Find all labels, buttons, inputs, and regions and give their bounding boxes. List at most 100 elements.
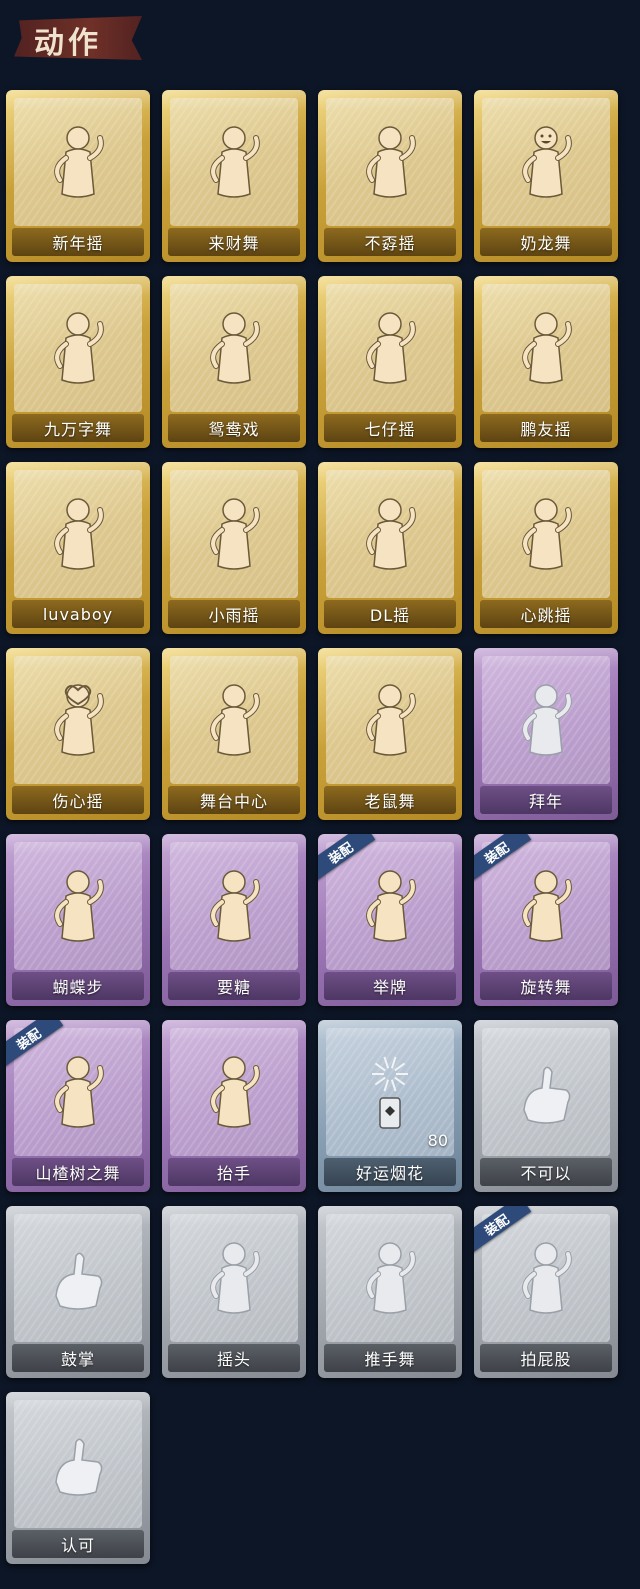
action-label: 新年摇 <box>12 228 144 256</box>
action-card[interactable]: 不孬摇 <box>318 90 462 262</box>
finger-wag-icon <box>523 1066 571 1124</box>
card-scroll-ornament <box>474 276 618 296</box>
action-card[interactable]: 奶龙舞 <box>474 90 618 262</box>
dancing-figure-icon <box>210 126 260 198</box>
header: 动作 <box>0 0 640 80</box>
dancing-figure-icon <box>210 312 260 384</box>
action-label: 鼓掌 <box>12 1344 144 1372</box>
card-scroll-ornament <box>474 462 618 482</box>
action-card[interactable]: 推手舞 <box>318 1206 462 1378</box>
action-label: 抬手 <box>168 1158 300 1186</box>
dancing-figure-icon <box>366 126 416 198</box>
action-label: luvaboy <box>12 600 144 628</box>
card-scroll-ornament <box>162 462 306 482</box>
action-card[interactable]: 鹏友摇 <box>474 276 618 448</box>
card-scroll-ornament <box>162 834 306 854</box>
card-scroll-ornament <box>162 90 306 110</box>
heart-figure-icon <box>54 684 104 756</box>
spinning-figure-icon <box>522 870 572 942</box>
action-label: DL摇 <box>324 600 456 628</box>
action-label: 认可 <box>12 1530 144 1558</box>
action-card[interactable]: 旋转舞 装配 <box>474 834 618 1006</box>
card-scroll-ornament <box>318 462 462 482</box>
card-scroll-ornament <box>162 1206 306 1226</box>
card-scroll-ornament <box>474 1020 618 1040</box>
card-scroll-ornament <box>6 1206 150 1226</box>
clapping-hands-icon <box>55 1252 103 1310</box>
dancing-figure-icon <box>522 498 572 570</box>
action-label: 舞台中心 <box>168 786 300 814</box>
figure-icon <box>210 1242 260 1314</box>
smiley-figure-icon <box>522 126 572 198</box>
action-label: 小雨摇 <box>168 600 300 628</box>
page-title: 动作 <box>34 26 102 61</box>
action-card[interactable]: 山楂树之舞 装配 <box>6 1020 150 1192</box>
action-label: 老鼠舞 <box>324 786 456 814</box>
action-card[interactable]: 伤心摇 <box>6 648 150 820</box>
action-label: 奶龙舞 <box>480 228 612 256</box>
action-card[interactable]: 摇头 <box>162 1206 306 1378</box>
firework-icon <box>372 1056 408 1129</box>
dancing-figure-icon <box>54 1056 104 1128</box>
action-card[interactable]: 心跳摇 <box>474 462 618 634</box>
action-label: 山楂树之舞 <box>12 1158 144 1186</box>
action-card[interactable]: luvaboy <box>6 462 150 634</box>
action-card[interactable]: 举牌 装配 <box>318 834 462 1006</box>
figure-icon <box>522 1242 572 1314</box>
action-card[interactable]: DL摇 <box>318 462 462 634</box>
action-card[interactable]: 七仔摇 <box>318 276 462 448</box>
action-label: 不可以 <box>480 1158 612 1186</box>
action-card[interactable]: 蝴蝶步 <box>6 834 150 1006</box>
action-card[interactable]: 老鼠舞 <box>318 648 462 820</box>
action-label: 推手舞 <box>324 1344 456 1372</box>
card-scroll-ornament <box>318 1020 462 1040</box>
action-card[interactable]: 新年摇 <box>6 90 150 262</box>
dancing-figure-icon <box>522 312 572 384</box>
action-label: 不孬摇 <box>324 228 456 256</box>
dancing-figure-icon <box>54 312 104 384</box>
card-scroll-ornament <box>6 1392 150 1412</box>
card-scroll-ornament <box>474 648 618 668</box>
dancing-figure-icon <box>54 870 104 942</box>
action-card[interactable]: 九万字舞 <box>6 276 150 448</box>
action-label: 摇头 <box>168 1344 300 1372</box>
action-card[interactable]: 来财舞 <box>162 90 306 262</box>
dancing-figure-icon <box>54 498 104 570</box>
card-scroll-ornament <box>162 648 306 668</box>
action-card[interactable]: 要糖 <box>162 834 306 1006</box>
card-scroll-ornament <box>318 90 462 110</box>
card-scroll-ornament <box>162 276 306 296</box>
action-label: 举牌 <box>324 972 456 1000</box>
card-scroll-ornament <box>6 276 150 296</box>
action-card[interactable]: 拍屁股 装配 <box>474 1206 618 1378</box>
action-label: 旋转舞 <box>480 972 612 1000</box>
card-scroll-ornament <box>318 1206 462 1226</box>
action-card[interactable]: 小雨摇 <box>162 462 306 634</box>
card-scroll-ornament <box>474 90 618 110</box>
action-label: 心跳摇 <box>480 600 612 628</box>
action-card[interactable]: 抬手 <box>162 1020 306 1192</box>
card-scroll-ornament <box>6 90 150 110</box>
sign-figure-icon <box>366 870 416 942</box>
action-label: 拍屁股 <box>480 1344 612 1372</box>
action-card[interactable]: 不可以 <box>474 1020 618 1192</box>
action-label: 蝴蝶步 <box>12 972 144 1000</box>
action-label: 来财舞 <box>168 228 300 256</box>
action-label: 拜年 <box>480 786 612 814</box>
thumbs-up-icon <box>55 1438 103 1496</box>
action-label: 鹏友摇 <box>480 414 612 442</box>
action-card[interactable]: 拜年 <box>474 648 618 820</box>
dancing-figure-icon <box>210 684 260 756</box>
action-card[interactable]: 80 好运烟花 <box>318 1020 462 1192</box>
action-card[interactable]: 鼓掌 <box>6 1206 150 1378</box>
card-scroll-ornament <box>6 834 150 854</box>
action-card[interactable]: 鸳鸯戏 <box>162 276 306 448</box>
bowing-figure-icon <box>522 684 572 756</box>
card-scroll-ornament <box>162 1020 306 1040</box>
dancing-figure-icon <box>366 312 416 384</box>
action-label: 好运烟花 <box>324 1158 456 1186</box>
action-card[interactable]: 舞台中心 <box>162 648 306 820</box>
action-label: 要糖 <box>168 972 300 1000</box>
action-card[interactable]: 认可 <box>6 1392 150 1564</box>
clapping-figure-icon <box>54 126 104 198</box>
